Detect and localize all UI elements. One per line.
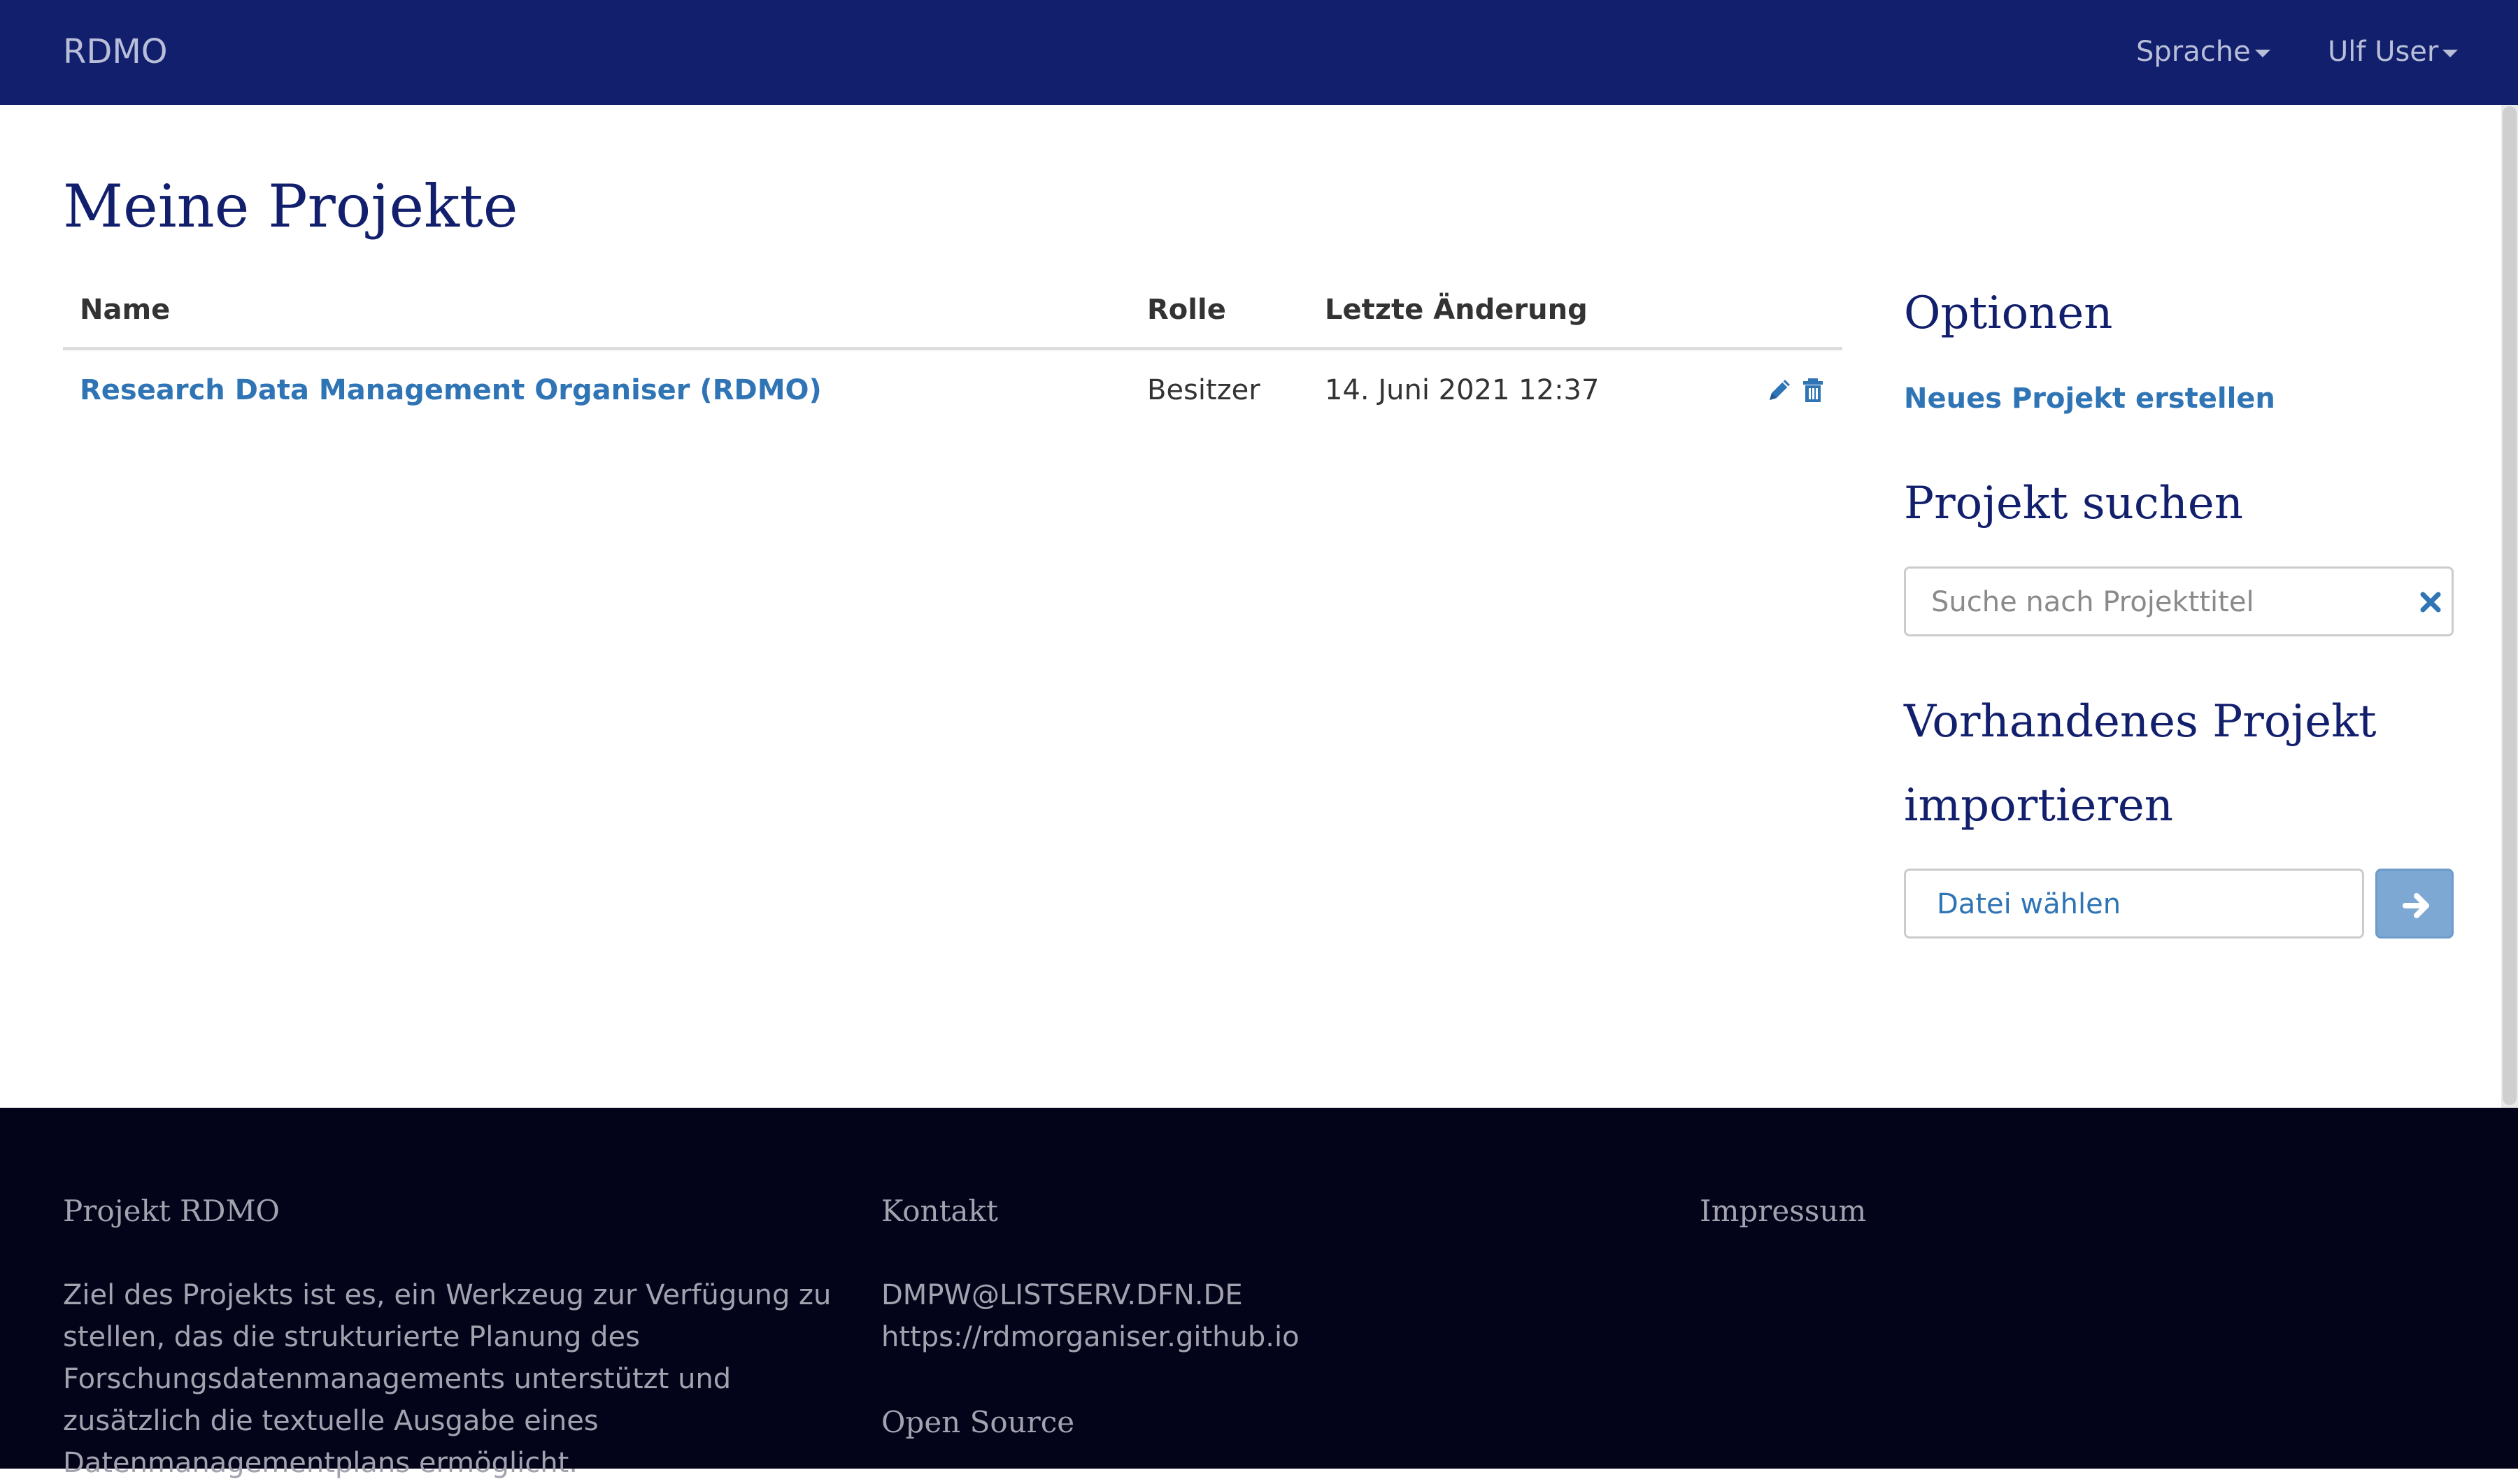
table-header-divider	[63, 347, 1842, 350]
options-heading: Optionen	[1904, 287, 2113, 339]
project-name-link[interactable]: Research Data Management Organiser (RDMO…	[80, 371, 822, 410]
caret-down-icon	[2254, 49, 2270, 57]
language-menu[interactable]: Sprache	[2136, 31, 2270, 73]
caret-down-icon	[2442, 49, 2459, 57]
footer-contact-url[interactable]: https://rdmorganiser.github.io	[881, 1316, 1300, 1358]
footer-imprint-heading: Impressum	[1700, 1194, 1867, 1228]
project-last-modified: 14. Juni 2021 12:37	[1325, 374, 1600, 406]
new-project-link[interactable]: Neues Projekt erstellen	[1904, 378, 2275, 420]
pencil-icon[interactable]	[1765, 376, 1793, 404]
footer-contact-heading: Kontakt	[881, 1194, 998, 1228]
times-icon[interactable]	[2419, 591, 2442, 613]
project-name[interactable]: Research Data Management Organiser (RDMO…	[80, 374, 822, 406]
language-menu-label: Sprache	[2136, 36, 2251, 68]
footer-project-text-line: zusätzlich die textuelle Ausgabe eines	[63, 1405, 599, 1437]
file-choose-button[interactable]: Datei wählen	[1904, 869, 2364, 939]
footer-open-source-heading: Open Source	[881, 1405, 1075, 1439]
brand-logo[interactable]: RDMO	[63, 31, 168, 73]
footer-contact-email[interactable]: DMPW@LISTSERV.DFN.DE	[881, 1274, 1243, 1316]
search-field[interactable]	[1904, 566, 2454, 636]
footer-project-text-line: Datenmanagementplans ermöglicht.	[63, 1447, 578, 1479]
footer-project-text-line: stellen, das die strukturierte Planung d…	[63, 1321, 640, 1353]
file-choose-label: Datei wählen	[1937, 888, 2121, 920]
column-header-name: Name	[80, 294, 171, 326]
user-menu[interactable]: Ulf User	[2328, 31, 2459, 73]
project-role: Besitzer	[1147, 374, 1260, 406]
footer-project-text-line: Forschungsdatenmanagements unterstützt u…	[63, 1363, 732, 1395]
import-submit-button[interactable]	[2375, 869, 2454, 939]
footer-project-heading: Projekt RDMO	[63, 1194, 280, 1228]
arrow-right-icon	[2403, 893, 2429, 918]
import-heading-line1: Vorhandenes Projekt	[1904, 696, 2377, 748]
search-heading: Projekt suchen	[1904, 478, 2243, 529]
trash-icon[interactable]	[1799, 376, 1827, 404]
column-header-role: Rolle	[1147, 294, 1226, 326]
user-menu-label: Ulf User	[2328, 36, 2439, 68]
search-input[interactable]	[1931, 583, 2393, 622]
column-header-last-modified: Letzte Änderung	[1325, 294, 1588, 326]
import-heading-line2: importieren	[1904, 780, 2173, 832]
scrollbar-thumb[interactable]	[2503, 106, 2517, 1105]
page-title: Meine Projekte	[63, 172, 518, 241]
footer-project-text-line: Ziel des Projekts ist es, ein Werkzeug z…	[63, 1279, 832, 1311]
